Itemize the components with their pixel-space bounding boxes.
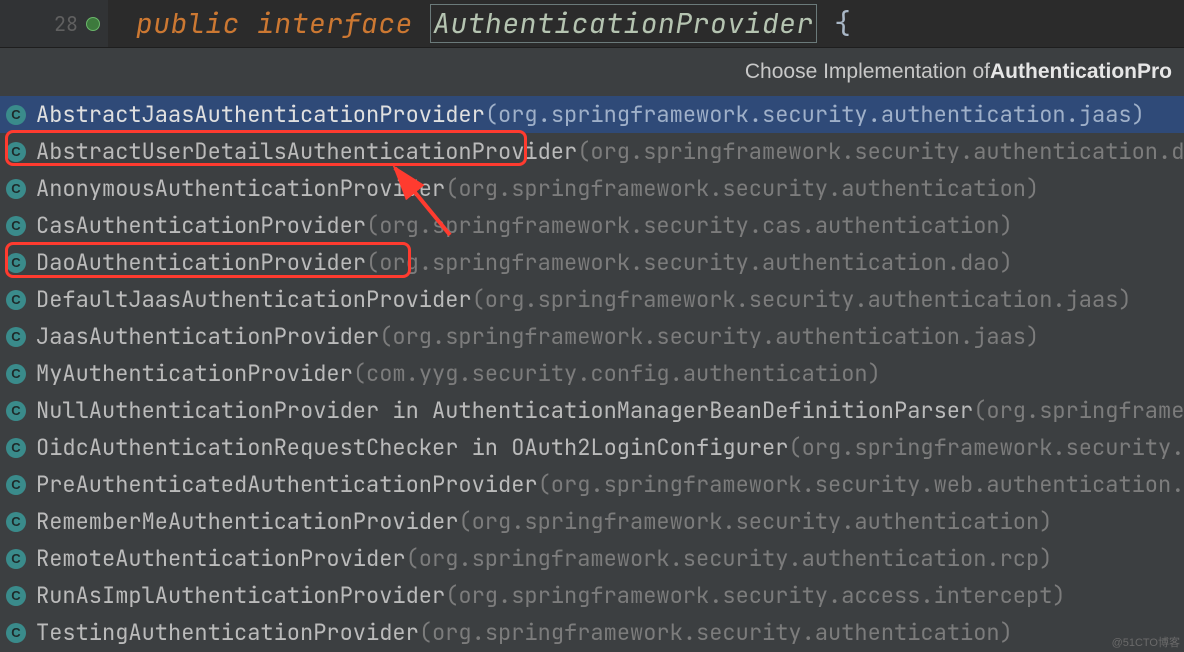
class-name: DaoAuthenticationProvider: [36, 248, 366, 277]
list-item[interactable]: CPreAuthenticatedAuthenticationProvider …: [0, 466, 1184, 503]
class-icon: C: [6, 327, 26, 347]
class-icon: C: [6, 216, 26, 236]
package-name: (org.springframework.security.authentica…: [406, 544, 1053, 573]
list-item[interactable]: C CasAuthenticationProvider (org.springfr…: [0, 207, 1184, 244]
class-icon: C: [6, 401, 26, 421]
class-name: PreAuthenticatedAuthenticationProvider: [36, 470, 538, 499]
popup-title: Choose Implementation of AuthenticationP…: [0, 48, 1184, 96]
list-item[interactable]: C RemoteAuthenticationProvider (org.sprin…: [0, 540, 1184, 577]
keyword-interface: interface: [257, 5, 413, 42]
class-icon: C: [6, 623, 26, 643]
list-item[interactable]: C TestingAuthenticationProvider (org.spri…: [0, 614, 1184, 651]
class-name: NullAuthenticationProvider in Authentica…: [36, 396, 973, 425]
class-name: MyAuthenticationProvider: [36, 359, 353, 388]
class-name: AbstractUserDetailsAuthenticationProvide…: [36, 137, 577, 166]
implementation-list[interactable]: C AbstractJaasAuthenticationProvider (org…: [0, 96, 1184, 652]
list-item[interactable]: C DefaultJaasAuthenticationProvider (org.…: [0, 281, 1184, 318]
list-item[interactable]: C AbstractUserDetailsAuthenticationProvid…: [0, 133, 1184, 170]
popup-title-target: AuthenticationPro: [990, 60, 1172, 84]
class-icon: C: [6, 253, 26, 273]
package-name: (org.springframework.security.conf: [788, 433, 1184, 462]
class-icon: C: [6, 364, 26, 384]
package-name: (com.yyg.security.config.authentication): [353, 359, 881, 388]
popup-title-prefix: Choose Implementation of: [745, 60, 990, 84]
list-item[interactable]: C AbstractJaasAuthenticationProvider (org…: [0, 96, 1184, 133]
implemented-icon[interactable]: [86, 17, 100, 31]
list-item[interactable]: C OidcAuthenticationRequestChecker in OAu…: [0, 429, 1184, 466]
class-icon: C: [6, 105, 26, 125]
line-number: 28: [54, 11, 78, 37]
list-item[interactable]: C RememberMeAuthenticationProvider (org.s…: [0, 503, 1184, 540]
class-icon: C: [6, 142, 26, 162]
package-name: (org.springframework.security.authentica…: [472, 285, 1132, 314]
class-icon: C: [6, 438, 26, 458]
watermark: @51CTO博客: [1112, 634, 1180, 650]
package-name: (org.springframework.security.authentica…: [445, 174, 1039, 203]
code-text[interactable]: public interface AuthenticationProvider …: [108, 5, 1184, 42]
class-icon: C: [6, 290, 26, 310]
class-icon: C: [6, 179, 26, 199]
interface-name[interactable]: AuthenticationProvider: [430, 4, 817, 43]
list-item[interactable]: C NullAuthenticationProvider in Authentic…: [0, 392, 1184, 429]
package-name: (org.springframework.security.authentica…: [485, 100, 1145, 129]
class-name: CasAuthenticationProvider: [36, 211, 366, 240]
package-name: (org.springframework.security.authentica…: [366, 248, 1013, 277]
package-name: (org.springframework.security.web.authen…: [538, 470, 1184, 499]
list-item[interactable]: C JaasAuthenticationProvider (org.springf…: [0, 318, 1184, 355]
list-item[interactable]: C DaoAuthenticationProvider (org.springfr…: [0, 244, 1184, 281]
editor-line: 28 public interface AuthenticationProvid…: [0, 0, 1184, 48]
class-name: RunAsImplAuthenticationProvider: [36, 581, 445, 610]
package-name: (org.springframework.security.authentica…: [419, 618, 1013, 647]
class-icon: C: [6, 475, 26, 495]
keyword-public: public: [136, 5, 240, 42]
class-name: OidcAuthenticationRequestChecker in OAut…: [36, 433, 788, 462]
class-name: DefaultJaasAuthenticationProvider: [36, 285, 472, 314]
class-name: RememberMeAuthenticationProvider: [36, 507, 458, 536]
package-name: (org.springframework.security.access.int…: [445, 581, 1065, 610]
class-name: AnonymousAuthenticationProvider: [36, 174, 445, 203]
list-item[interactable]: C MyAuthenticationProvider (com.yyg.secur…: [0, 355, 1184, 392]
list-item[interactable]: C AnonymousAuthenticationProvider (org.sp…: [0, 170, 1184, 207]
class-name: JaasAuthenticationProvider: [36, 322, 379, 351]
list-item[interactable]: C RunAsImplAuthenticationProvider (org.sp…: [0, 577, 1184, 614]
editor-gutter: 28: [0, 0, 108, 47]
package-name: (org.springframework.security.authentica…: [379, 322, 1039, 351]
class-name: RemoteAuthenticationProvider: [36, 544, 406, 573]
class-name: TestingAuthenticationProvider: [36, 618, 419, 647]
class-icon: C: [6, 549, 26, 569]
class-icon: C: [6, 586, 26, 606]
class-name: AbstractJaasAuthenticationProvider: [36, 100, 485, 129]
package-name: (org.springframework.security.authentica…: [577, 137, 1184, 166]
open-brace: {: [834, 5, 851, 42]
package-name: (org.springframework.security.authentica…: [458, 507, 1052, 536]
package-name: (org.springframework.security.cas.authen…: [366, 211, 1013, 240]
package-name: (org.springframework: [973, 396, 1184, 425]
class-icon: C: [6, 512, 26, 532]
